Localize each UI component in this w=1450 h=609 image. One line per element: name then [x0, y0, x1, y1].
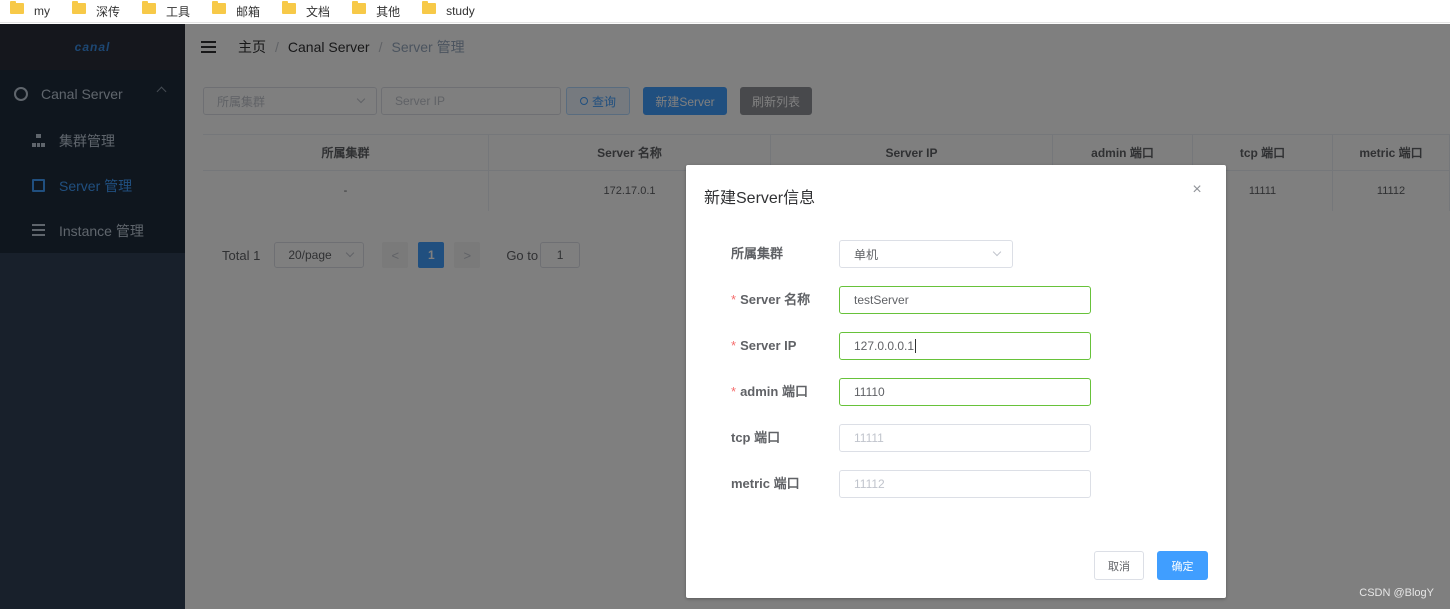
bookmark-tools[interactable]: 工具 — [142, 0, 190, 20]
field-label: Server 名称 — [740, 292, 811, 307]
folder-icon — [212, 0, 227, 14]
form-row-server-ip: * Server IP 127.0.0.0.1 — [686, 331, 1226, 361]
required-mark: * — [731, 338, 737, 353]
field-label: metric 端口 — [731, 476, 800, 491]
dialog-footer: 取消 确定 — [1094, 551, 1208, 580]
new-server-dialog: 新建Server信息 × 所属集群 单机 * Server 名称 testServ… — [686, 165, 1226, 598]
form-row-metric-port: metric 端口 11112 — [686, 469, 1226, 499]
required-mark: * — [731, 292, 737, 307]
metric-port-input[interactable]: 11112 — [839, 470, 1091, 498]
form-row-tcp-port: tcp 端口 11111 — [686, 423, 1226, 453]
folder-icon — [10, 0, 24, 14]
form-row-admin-port: * admin 端口 11110 — [686, 377, 1226, 407]
tcp-port-input[interactable]: 11111 — [839, 424, 1091, 452]
chevron-down-icon — [992, 247, 1002, 257]
watermark: CSDN @BlogY — [1359, 587, 1434, 599]
server-name-input[interactable]: testServer — [839, 286, 1091, 314]
field-label: admin 端口 — [740, 384, 808, 399]
bookmark-my[interactable]: my — [10, 0, 50, 18]
folder-icon — [142, 0, 157, 14]
bookmark-other[interactable]: 其他 — [352, 0, 400, 20]
dialog-title: 新建Server信息 — [704, 190, 816, 207]
server-ip-input[interactable]: 127.0.0.0.1 — [839, 332, 1091, 360]
bookmark-shenchuan[interactable]: 深传 — [72, 0, 120, 20]
confirm-button[interactable]: 确定 — [1157, 551, 1208, 580]
folder-icon — [352, 0, 367, 14]
field-label: 所属集群 — [731, 246, 784, 261]
admin-port-input[interactable]: 11110 — [839, 378, 1091, 406]
close-icon[interactable]: × — [1190, 182, 1204, 198]
bookmark-docs[interactable]: 文档 — [282, 0, 330, 20]
folder-icon — [282, 0, 297, 14]
cancel-button[interactable]: 取消 — [1094, 551, 1144, 580]
folder-icon — [422, 0, 437, 14]
field-label: Server IP — [740, 338, 797, 353]
field-label: tcp 端口 — [731, 430, 781, 445]
cluster-select[interactable]: 单机 — [839, 240, 1013, 268]
required-mark: * — [731, 384, 737, 399]
bookmark-mail[interactable]: 邮箱 — [212, 0, 260, 20]
folder-icon — [72, 0, 86, 14]
form-row-server-name: * Server 名称 testServer — [686, 285, 1226, 315]
bookmark-study[interactable]: study — [422, 0, 475, 18]
bookmarks-bar: my 深传 工具 邮箱 文档 其他 study — [0, 0, 1450, 23]
text-cursor — [915, 339, 917, 353]
form-row-cluster: 所属集群 单机 — [686, 239, 1226, 269]
